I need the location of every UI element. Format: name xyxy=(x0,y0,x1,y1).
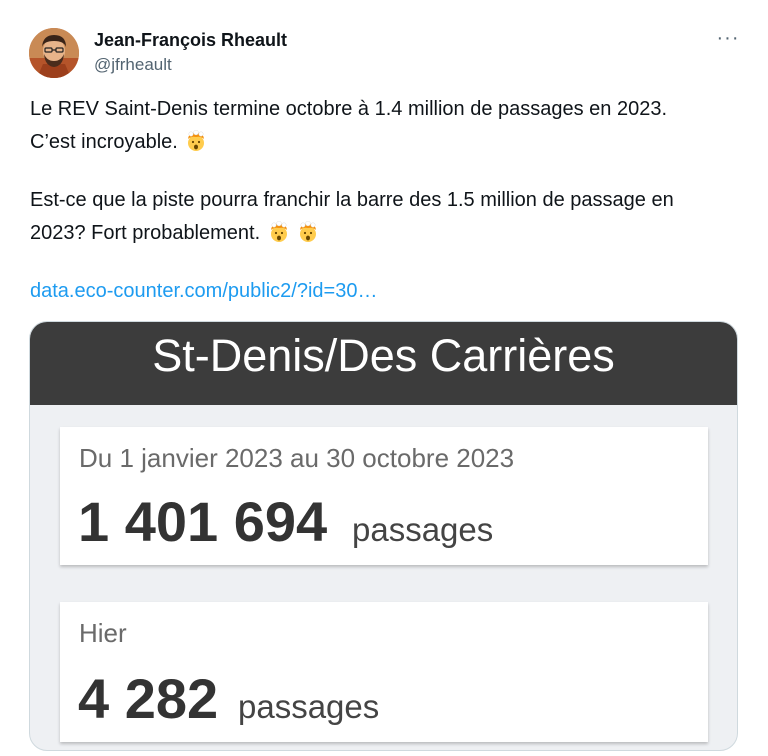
period-count-card: Du 1 janvier 2023 au 30 octobre 2023 1 4… xyxy=(60,427,708,565)
yesterday-label: Hier xyxy=(79,618,127,648)
tweet-text: Est-ce que la piste pourra franchir la b… xyxy=(30,189,674,211)
exploding-head-emoji-icon xyxy=(300,221,317,242)
author-handle[interactable]: @jfrheault xyxy=(94,55,172,75)
tweet-text-line-1: Le REV Saint-Denis termine octobre à 1.4… xyxy=(30,98,667,121)
tweet-text: C’est incroyable. xyxy=(30,131,178,153)
yesterday-count-card: Hier 4 282 passages xyxy=(60,602,708,742)
yesterday-unit: passages xyxy=(238,688,380,725)
media-title: St-Denis/Des Carrières xyxy=(152,330,615,381)
exploding-head-emoji-icon xyxy=(188,130,205,151)
more-options-icon[interactable]: ··· xyxy=(713,28,743,50)
exploding-head-emoji-icon xyxy=(270,221,287,242)
avatar-photo-icon xyxy=(29,28,79,78)
period-count: 1 401 694 xyxy=(78,490,328,553)
tweet-text-line-4: 2023? Fort probablement. xyxy=(30,221,319,245)
tweet-link[interactable]: data.eco-counter.com/public2/?id=30… xyxy=(30,280,377,303)
author-name[interactable]: Jean-François Rheault xyxy=(94,30,287,51)
yesterday-count: 4 282 xyxy=(78,667,219,730)
media-header: St-Denis/Des Carrières xyxy=(30,322,737,405)
tweet-text: Le REV Saint-Denis termine octobre à 1.4… xyxy=(30,98,668,120)
avatar[interactable] xyxy=(29,28,79,78)
tweet-text-line-3: Est-ce que la piste pourra franchir la b… xyxy=(30,189,674,212)
tweet: Jean-François Rheault @jfrheault ··· Le … xyxy=(0,0,768,756)
tweet-text: 2023? Fort probablement. xyxy=(30,222,261,244)
tweet-text-line-2: C’est incroyable. xyxy=(30,130,207,154)
period-unit: passages xyxy=(352,511,494,548)
media-image[interactable]: St-Denis/Des Carrières Du 1 janvier 2023… xyxy=(29,321,738,751)
period-label: Du 1 janvier 2023 au 30 octobre 2023 xyxy=(79,443,515,473)
